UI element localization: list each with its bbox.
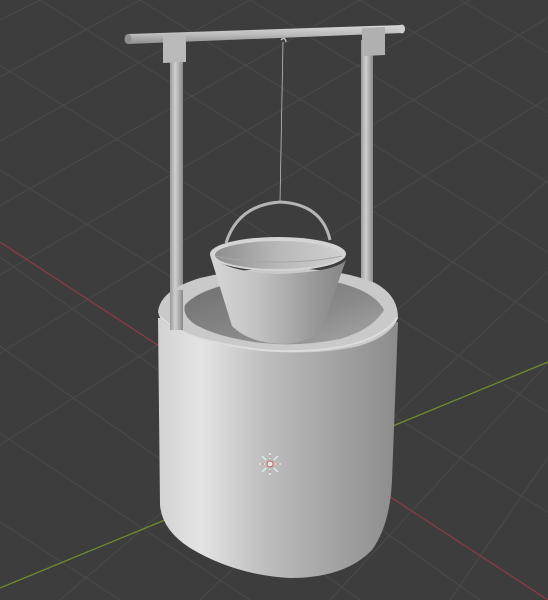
left-bracket <box>163 35 186 63</box>
3d-viewport[interactable] <box>0 0 548 600</box>
well-object[interactable] <box>124 24 406 579</box>
right-bracket <box>362 27 385 56</box>
object-origin-icon[interactable] <box>259 453 281 475</box>
rope <box>279 37 287 203</box>
left-post-front <box>170 290 183 330</box>
right-post <box>361 40 373 290</box>
bucket-handle <box>224 200 332 244</box>
viewport-canvas[interactable] <box>0 0 548 600</box>
